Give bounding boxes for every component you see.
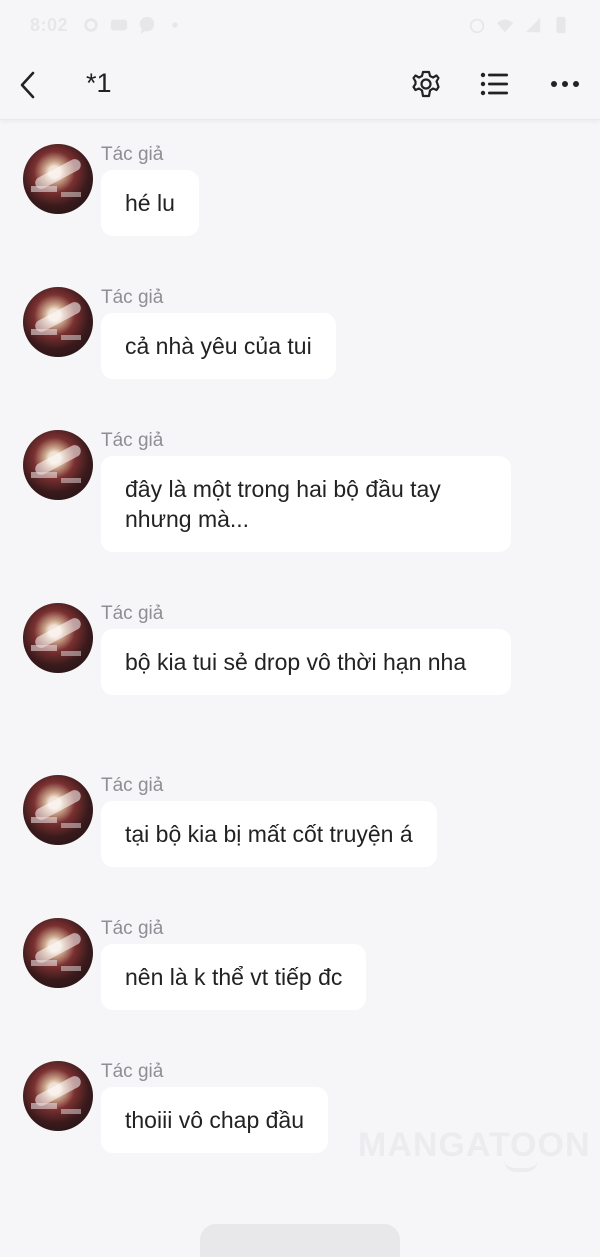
- author-label: Tác giả: [101, 144, 164, 165]
- status-left-icons: [82, 16, 184, 34]
- settings-button[interactable]: [408, 66, 444, 102]
- more-dots-icon: [551, 81, 579, 87]
- author-label: Tác giả: [101, 430, 164, 451]
- message-bubble: hé lu: [101, 170, 199, 236]
- chapter-title: *1: [86, 68, 112, 98]
- author-avatar[interactable]: [23, 144, 93, 214]
- author-avatar[interactable]: [23, 1061, 93, 1131]
- status-time: 8:02: [30, 14, 69, 35]
- signal-icon: [525, 17, 541, 33]
- message-bubble: đây là một trong hai bộ đầu tay nhưng mà…: [101, 456, 511, 552]
- list-icon: [480, 72, 508, 96]
- alarm-status-icon: [469, 18, 485, 34]
- author-label: Tác giả: [101, 1061, 164, 1082]
- back-arrow-icon: [20, 71, 35, 99]
- chapter-list-button[interactable]: [477, 66, 513, 102]
- author-label: Tác giả: [101, 287, 164, 308]
- message-bubble: cả nhà yêu của tui: [101, 313, 336, 379]
- author-avatar[interactable]: [23, 918, 93, 988]
- author-avatar[interactable]: [23, 287, 93, 357]
- watermark-logo: MANGATOON: [358, 1126, 591, 1164]
- watermark-smile: [504, 1160, 538, 1172]
- gear-icon: [412, 70, 440, 98]
- author-avatar[interactable]: [23, 775, 93, 845]
- status-right-icons: [468, 16, 570, 34]
- author-avatar[interactable]: [23, 430, 93, 500]
- author-label: Tác giả: [101, 918, 164, 939]
- message-bubble: thoiii vô chap đầu: [101, 1087, 329, 1153]
- more-options-button[interactable]: [546, 66, 584, 102]
- battery-icon: [556, 16, 566, 34]
- message-status-icon: [110, 19, 128, 31]
- message-bubble: nên là k thể vt tiếp đc: [101, 944, 367, 1010]
- author-avatar[interactable]: [23, 603, 93, 673]
- status-bar: 8:02: [0, 0, 600, 50]
- dot-status-icon: [172, 22, 178, 28]
- wifi-icon: [496, 19, 514, 33]
- top-app-bar: *1: [0, 50, 600, 120]
- message-bubble: tại bộ kia bị mất cốt truyện á: [101, 801, 437, 867]
- bottom-action-pill[interactable]: [200, 1224, 400, 1257]
- back-button[interactable]: [12, 67, 44, 103]
- gear-status-icon: [84, 18, 98, 32]
- author-label: Tác giả: [101, 603, 164, 624]
- author-label: Tác giả: [101, 775, 164, 796]
- chat-status-icon: [139, 16, 155, 34]
- message-bubble: bộ kia tui sẻ drop vô thời hạn nha: [101, 629, 511, 695]
